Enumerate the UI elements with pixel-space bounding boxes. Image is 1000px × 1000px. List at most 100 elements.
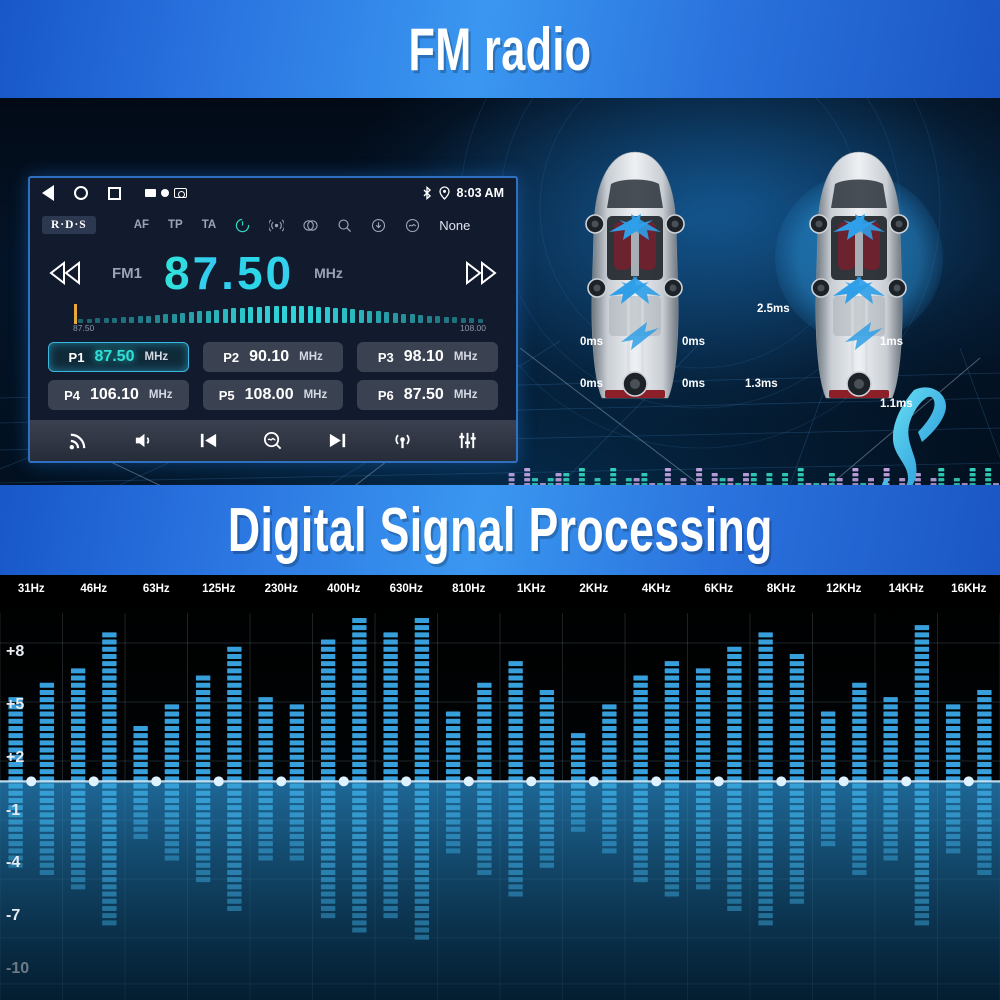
car-label-right-2: 1ms [880, 336, 904, 348]
preset-frequency: 90.10 [249, 348, 290, 365]
fm-radio-banner-title: FM radio [408, 15, 592, 83]
fast-forward-icon[interactable] [464, 261, 498, 285]
preset-frequency: 106.10 [89, 386, 139, 403]
camera-icon[interactable] [174, 188, 187, 198]
tuning-tick [120, 317, 126, 323]
car-label-left-4: 0ms [682, 378, 706, 390]
db-tick-label: -1 [6, 801, 21, 819]
radio-waves-icon[interactable] [269, 218, 285, 233]
rds-badge: R·D·S [42, 216, 96, 234]
tuning-tick [239, 307, 245, 323]
volume-icon[interactable] [133, 430, 154, 451]
dsp-banner: Digital Signal Processing [0, 485, 1000, 575]
home-circle-icon[interactable] [74, 186, 88, 200]
tuning-tick [452, 317, 458, 323]
preset-unit: MHz [148, 389, 173, 401]
preset-button-p5[interactable]: P5 108.00 MHz [202, 380, 344, 410]
rewind-icon[interactable] [48, 261, 82, 285]
tuning-tick [341, 308, 347, 323]
car-label-right-3: 1.3ms [745, 378, 778, 390]
frequency-band-label: 4KHz [641, 583, 671, 595]
rds-pty-value[interactable]: None [439, 218, 470, 233]
loc-icon[interactable] [235, 218, 250, 233]
tuning-tick [256, 306, 262, 323]
rds-af-button[interactable]: AF [134, 219, 149, 231]
frequency-band-label: 1KHz [516, 583, 546, 595]
preset-frequency: 108.00 [244, 386, 294, 403]
tuning-tick [418, 315, 424, 323]
preset-button-p4[interactable]: P4 106.10 MHz [48, 380, 189, 410]
search-icon[interactable] [337, 218, 352, 233]
tuning-tick [282, 306, 288, 323]
previous-track-icon[interactable] [198, 430, 219, 451]
preset-button-p3[interactable]: P3 98.10 MHz [357, 342, 498, 372]
tuning-tick [95, 318, 101, 323]
tuning-tick [112, 317, 118, 323]
preset-button-p6[interactable]: P6 87.50 MHz [357, 380, 498, 410]
db-axis: +8 +5 +2 -1 -4 -7 -10 [6, 613, 46, 1000]
tuner-row: FM1 87.50 MHz [30, 242, 516, 304]
tuning-tick [180, 312, 186, 323]
tuning-tick [435, 316, 441, 323]
db-tick-label: +2 [6, 748, 25, 766]
tuning-tick [248, 307, 254, 323]
car-label-left-2: 0ms [682, 336, 706, 348]
tuning-cursor [74, 304, 77, 324]
tuning-tick [222, 309, 228, 323]
frequency-display: 87.50 [164, 247, 295, 299]
scan-icon[interactable] [405, 218, 420, 233]
tuning-tick [273, 306, 279, 323]
preset-name: P4 [64, 387, 80, 403]
spectrum-chart [0, 613, 1000, 1000]
recent-square-icon[interactable] [108, 186, 121, 200]
tuning-tick [103, 318, 109, 323]
tuning-tick [307, 306, 313, 323]
rds-bar: R·D·S AF TP TA None [30, 208, 516, 242]
tuning-tick [146, 315, 152, 323]
preset-unit: MHz [303, 389, 328, 401]
preset-button-p2[interactable]: P2 90.10 MHz [202, 342, 344, 372]
tuning-tick [350, 309, 356, 323]
download-icon[interactable] [371, 218, 386, 233]
next-track-icon[interactable] [327, 430, 348, 451]
signal-icon[interactable] [68, 430, 89, 451]
radio-clock: 8:03 AM [456, 186, 504, 200]
preset-unit: MHz [144, 351, 169, 363]
scale-min-label: 87.50 [73, 323, 95, 333]
location-pin-icon [438, 186, 450, 200]
bluetooth-icon [423, 186, 431, 200]
tuning-tick [171, 313, 177, 323]
equalizer-icon[interactable] [457, 430, 478, 451]
tuning-tick [324, 307, 330, 323]
rds-tp-button[interactable]: TP [168, 219, 183, 231]
record-dot-icon[interactable] [161, 189, 169, 197]
stereo-icon[interactable] [303, 218, 318, 233]
broadcast-icon[interactable] [392, 430, 413, 451]
tuning-scale[interactable]: 87.50 108.00 [73, 304, 486, 336]
tuning-tick [214, 309, 220, 323]
band-label[interactable]: FM1 [112, 265, 142, 282]
preset-name: P1 [68, 349, 85, 365]
frequency-band-label: 6KHz [704, 583, 734, 595]
frequency-band-label: 12KHz [826, 583, 862, 595]
scan-search-icon[interactable] [262, 430, 283, 451]
preset-button-p1[interactable]: P1 87.50 MHz [48, 342, 189, 372]
car-label-left-3: 0ms [580, 378, 604, 390]
tuning-tick [409, 314, 415, 323]
tuning-tick [154, 315, 160, 323]
back-triangle-icon[interactable] [42, 185, 54, 201]
tuning-tick [375, 311, 381, 323]
rds-ta-button[interactable]: TA [202, 219, 216, 231]
tuning-tick [358, 309, 364, 323]
tuning-tick [384, 312, 390, 323]
preset-name: P6 [377, 387, 394, 403]
scale-max-label: 108.00 [460, 323, 486, 333]
gallery-icon[interactable] [145, 189, 156, 197]
preset-unit: MHz [299, 351, 323, 363]
db-tick-label: +5 [6, 695, 25, 713]
preset-frequency: 87.50 [403, 386, 444, 403]
screenshot-root: FM radio 0ms 0ms 0ms 0ms 2.5ms 1ms 1.3ms… [0, 0, 1000, 1000]
dsp-banner-title: Digital Signal Processing [227, 495, 773, 565]
frequency-band-label: 16KHz [951, 583, 987, 595]
frequency-band-label: 14KHz [888, 583, 924, 595]
